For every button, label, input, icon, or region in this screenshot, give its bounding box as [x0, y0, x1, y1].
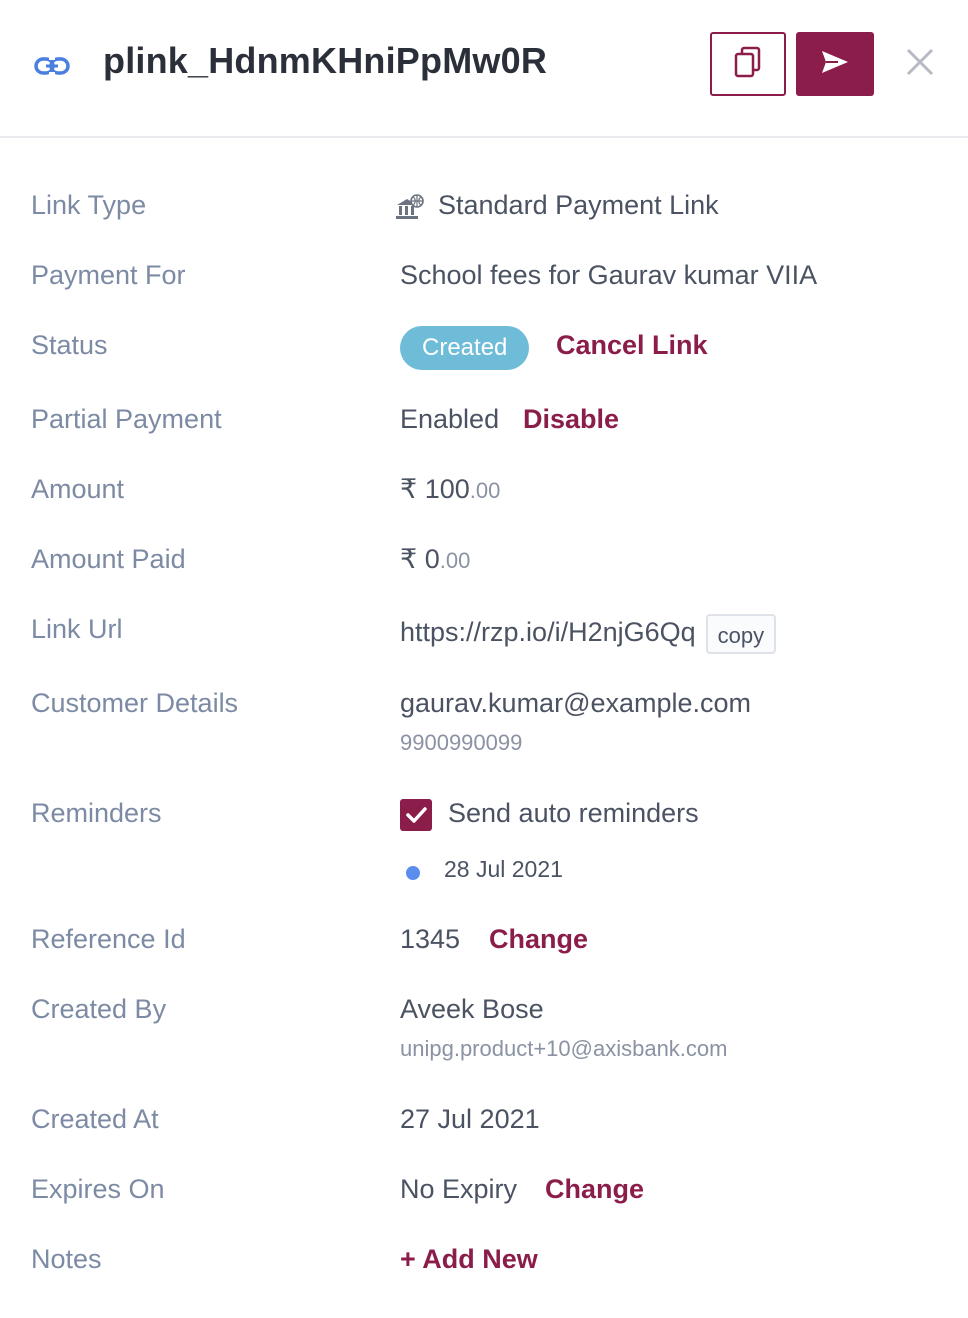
- link-type-label: Link Type: [31, 190, 147, 220]
- close-button[interactable]: [900, 44, 940, 84]
- auto-reminders-label[interactable]: Send auto reminders: [448, 798, 699, 829]
- created-by-name: Aveek Bose: [400, 994, 544, 1024]
- created-by-label: Created By: [31, 994, 167, 1024]
- amount-paid-label: Amount Paid: [31, 544, 186, 574]
- reminders-label: Reminders: [31, 798, 162, 828]
- partial-payment-value: Enabled: [400, 404, 500, 434]
- link-url-label: Link Url: [31, 614, 123, 644]
- created-by-email: unipg.product+10@axisbank.com: [400, 1036, 728, 1061]
- link-icon: [34, 50, 70, 82]
- change-reference-button[interactable]: Change: [489, 924, 588, 955]
- amount-paid-decimal: .00: [439, 548, 471, 573]
- link-url-value: https://rzp.io/i/H2njG6Qq copy: [400, 614, 777, 654]
- amount-decimal: .00: [469, 478, 501, 503]
- partial-payment-label: Partial Payment: [31, 404, 222, 434]
- page-title: plink_HdnmKHniPpMw0R: [103, 40, 548, 81]
- amount-whole: 100: [424, 474, 470, 504]
- link-url-text[interactable]: https://rzp.io/i/H2njG6Qq: [400, 617, 696, 647]
- customer-details-label: Customer Details: [31, 688, 239, 718]
- created-at-label: Created At: [31, 1104, 159, 1134]
- currency-symbol: ₹: [400, 474, 418, 504]
- auto-reminders-checkbox[interactable]: [400, 798, 432, 831]
- currency-symbol: ₹: [400, 544, 418, 574]
- customer-email: gaurav.kumar@example.com: [400, 688, 752, 718]
- amount-paid-value: ₹ 0.00: [400, 544, 470, 575]
- header: plink_HdnmKHniPpMw0R: [0, 0, 968, 138]
- add-note-button[interactable]: + Add New: [400, 1244, 538, 1275]
- reference-id-label: Reference Id: [31, 924, 186, 954]
- expires-on-value: No Expiry: [400, 1174, 518, 1204]
- payment-for-label: Payment For: [31, 260, 186, 290]
- checkbox-checked-icon[interactable]: [400, 798, 432, 831]
- amount-value: ₹ 100.00: [400, 474, 500, 505]
- status-badge: Created: [400, 326, 530, 370]
- status-label: Status: [31, 330, 108, 360]
- copy-icon: [733, 46, 763, 83]
- created-at-value: 27 Jul 2021: [400, 1104, 540, 1134]
- amount-label: Amount: [31, 474, 125, 504]
- bank-globe-icon: [394, 194, 426, 229]
- reminder-dot-icon: [406, 866, 420, 880]
- expires-on-label: Expires On: [31, 1174, 165, 1204]
- cancel-link-button[interactable]: Cancel Link: [556, 330, 708, 361]
- change-expiry-button[interactable]: Change: [545, 1174, 644, 1205]
- send-link-button[interactable]: [796, 32, 874, 96]
- send-icon: [820, 49, 850, 80]
- payment-for-value: School fees for Gaurav kumar VIIA: [400, 260, 818, 290]
- copy-link-button[interactable]: [710, 32, 786, 96]
- disable-partial-button[interactable]: Disable: [523, 404, 619, 435]
- amount-paid-whole: 0: [424, 544, 440, 574]
- notes-label: Notes: [31, 1244, 102, 1274]
- customer-phone: 9900990099: [400, 730, 523, 755]
- status-value: Created: [400, 326, 530, 370]
- reminder-date: 28 Jul 2021: [444, 856, 563, 882]
- reference-id-value: 1345: [400, 924, 461, 954]
- copy-url-button[interactable]: copy: [705, 614, 777, 654]
- close-icon: [905, 47, 935, 82]
- link-type-value: Standard Payment Link: [438, 190, 719, 220]
